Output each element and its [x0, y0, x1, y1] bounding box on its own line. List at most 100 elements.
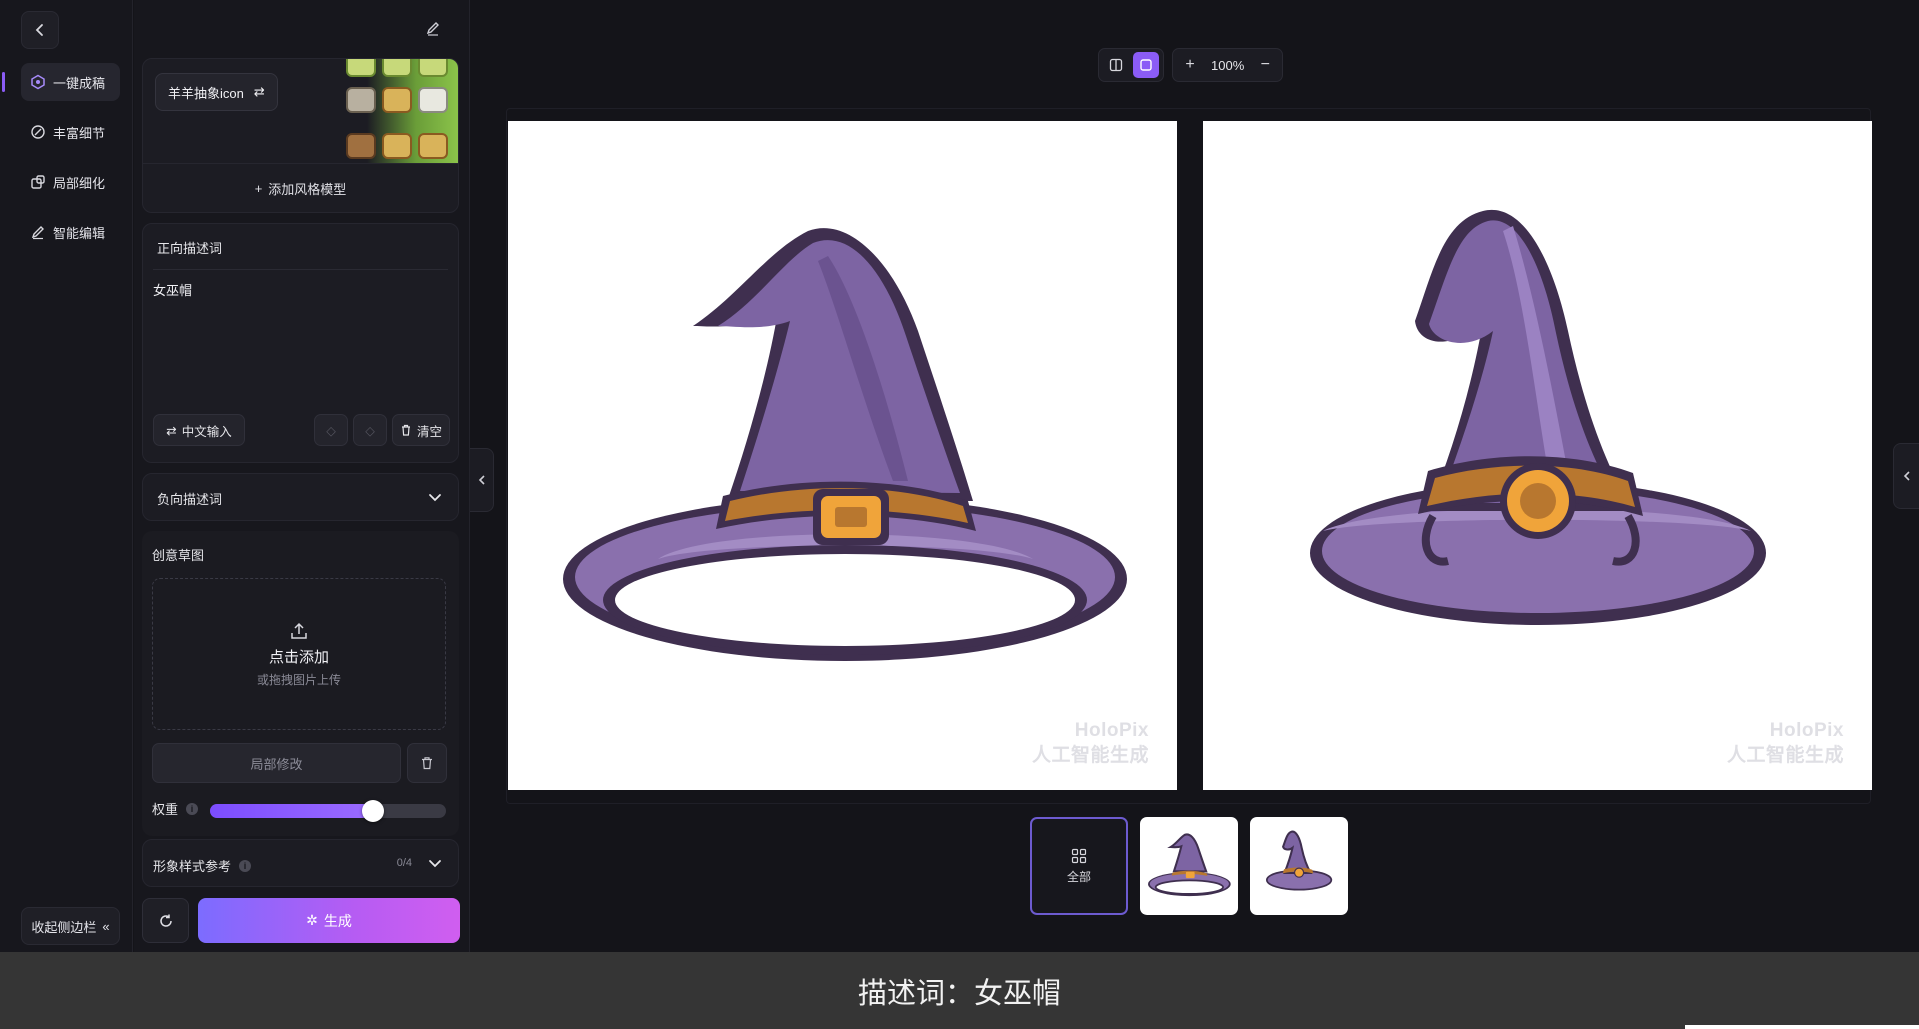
negative-prompt-card[interactable]: 负向描述词 — [142, 473, 459, 521]
weight-slider[interactable] — [210, 800, 446, 822]
local-edit-label: 局部修改 — [250, 756, 303, 772]
witch-hat-thumbnail — [1265, 830, 1333, 891]
single-view-button[interactable] — [1133, 52, 1159, 78]
trash-icon — [401, 424, 410, 436]
zoom-out-button[interactable]: − — [1252, 52, 1278, 78]
rail-item-label: 局部细化 — [53, 175, 106, 191]
weight-label-group: 权重 i — [152, 799, 199, 818]
canvas-toolbar: + 100% − — [1098, 48, 1284, 82]
chevron-left-icon — [35, 24, 43, 36]
collapse-sidebar-label: 收起侧边栏 — [31, 919, 97, 935]
rail-item-smart-edit[interactable]: 智能编辑 — [21, 213, 120, 251]
witch-hat-image — [563, 228, 1127, 661]
undo-icon: ◇ — [326, 423, 336, 438]
rail-item-rich-detail[interactable]: 丰富细节 — [21, 113, 120, 151]
rail-item-one-click[interactable]: 一键成稿 — [21, 63, 120, 101]
info-icon: i — [186, 802, 199, 815]
region-icon — [30, 174, 46, 190]
thumbnail-image-1[interactable] — [1140, 817, 1238, 915]
chinese-input-label: 中文输入 — [181, 424, 232, 439]
settings-panel: 羊羊抽象icon ⇄ + 添加风格模型 正向描述词 ⇄ 中文输入 ◇ ◇ — [134, 0, 470, 952]
zoom-in-button[interactable]: + — [1177, 52, 1203, 78]
add-style-model-label: 添加风格模型 — [268, 182, 347, 197]
undo-button[interactable]: ◇ — [314, 414, 348, 446]
back-button[interactable] — [21, 11, 59, 49]
upload-main-label: 点击添加 — [268, 649, 329, 666]
watermark-line-1: HoloPix — [1074, 720, 1149, 741]
watermark: HoloPix 人工智能生成 — [1727, 718, 1844, 768]
collapse-sidebar-button[interactable]: 收起侧边栏 « — [21, 907, 120, 945]
detail-icon — [30, 124, 46, 140]
witch-hat-thumbnail — [1148, 833, 1231, 897]
divider — [153, 269, 448, 270]
progress-line — [1685, 1025, 1919, 1029]
rail-item-label: 一键成稿 — [53, 75, 106, 91]
cube-icon — [30, 74, 46, 90]
swap-icon: ⇄ — [253, 84, 265, 99]
clear-label: 清空 — [416, 424, 442, 439]
sketch-card: 创意草图 点击添加 或拖拽图片上传 局部修改 权重 i — [142, 531, 459, 836]
generate-button[interactable]: ✲ 生成 — [198, 898, 460, 943]
redo-icon: ◇ — [365, 423, 375, 438]
style-model-preview — [318, 59, 458, 163]
thumbnail-image-2[interactable] — [1250, 817, 1348, 915]
zoom-level: 100% — [1211, 57, 1245, 73]
watermark-line-2: 人工智能生成 — [1726, 745, 1844, 766]
generated-image-1[interactable]: HoloPix 人工智能生成 — [508, 121, 1177, 790]
rail-item-local-refine[interactable]: 局部细化 — [21, 163, 120, 201]
info-icon: i — [239, 859, 252, 872]
style-reference-count: 0/4 — [396, 857, 412, 869]
app-window: 一键成稿 丰富细节 局部细化 智能编辑 收起侧边栏 « 羊羊抽象icon ⇄ +… — [0, 0, 1919, 952]
sketch-title: 创意草图 — [152, 548, 205, 563]
style-model-name: 羊羊抽象icon — [168, 85, 244, 101]
style-model-card: 羊羊抽象icon ⇄ + 添加风格模型 — [142, 58, 459, 213]
style-reference-card[interactable]: 形象样式参考 i 0/4 — [142, 839, 459, 887]
redo-button[interactable]: ◇ — [353, 414, 387, 446]
watermark-line-2: 人工智能生成 — [1031, 745, 1149, 766]
thumbnail-strip: 全部 — [1030, 817, 1348, 915]
plus-icon: + — [254, 181, 263, 196]
single-view-icon — [1140, 59, 1152, 71]
minus-icon: − — [1260, 56, 1270, 73]
edit-icon[interactable] — [423, 18, 443, 38]
thumbnail-all[interactable]: 全部 — [1030, 817, 1128, 915]
zoom-group: + 100% − — [1172, 48, 1284, 82]
swap-icon: ⇄ — [166, 423, 177, 438]
thumbnail-all-label: 全部 — [1066, 869, 1091, 884]
split-view-icon — [1109, 58, 1123, 72]
add-style-model-button[interactable]: + 添加风格模型 — [143, 163, 458, 212]
panel-collapse-toggle[interactable] — [470, 448, 494, 512]
style-reference-title-group: 形象样式参考 i — [153, 856, 252, 875]
negative-prompt-title: 负向描述词 — [157, 492, 223, 507]
clear-button[interactable]: 清空 — [392, 414, 450, 446]
pen-icon — [30, 224, 46, 240]
reset-button[interactable] — [142, 898, 189, 943]
right-panel-toggle[interactable] — [1893, 443, 1919, 509]
generated-image-2[interactable]: HoloPix 人工智能生成 — [1203, 121, 1872, 790]
refresh-icon — [159, 914, 172, 927]
style-model-chip[interactable]: 羊羊抽象icon ⇄ — [155, 73, 278, 111]
chevron-down-icon — [429, 860, 441, 868]
sketch-delete-button[interactable] — [407, 743, 447, 783]
upload-icon — [291, 622, 307, 639]
chinese-input-button[interactable]: ⇄ 中文输入 — [153, 414, 245, 446]
sparkle-icon: ✲ — [306, 912, 318, 928]
weight-slider-handle[interactable] — [362, 800, 384, 822]
sketch-upload-area[interactable]: 点击添加 或拖拽图片上传 — [152, 578, 446, 730]
active-indicator — [2, 72, 5, 92]
view-mode-group — [1098, 48, 1164, 82]
weight-slider-fill — [210, 804, 373, 818]
double-chevron-left-icon: « — [102, 918, 110, 934]
caption-text: 描述词：女巫帽 — [857, 975, 1061, 1010]
rail-item-label: 智能编辑 — [53, 225, 106, 241]
plus-icon: + — [1185, 56, 1195, 73]
local-edit-button[interactable]: 局部修改 — [152, 743, 401, 783]
chevron-down-icon — [429, 494, 441, 502]
trash-icon — [422, 757, 432, 770]
positive-prompt-card: 正向描述词 ⇄ 中文输入 ◇ ◇ 清空 — [142, 223, 459, 463]
rail-item-label: 丰富细节 — [53, 125, 106, 141]
chevron-left-icon — [1903, 471, 1910, 481]
chevron-left-icon — [478, 475, 485, 485]
compare-view-button[interactable] — [1103, 52, 1129, 78]
positive-prompt-input[interactable] — [153, 280, 448, 400]
